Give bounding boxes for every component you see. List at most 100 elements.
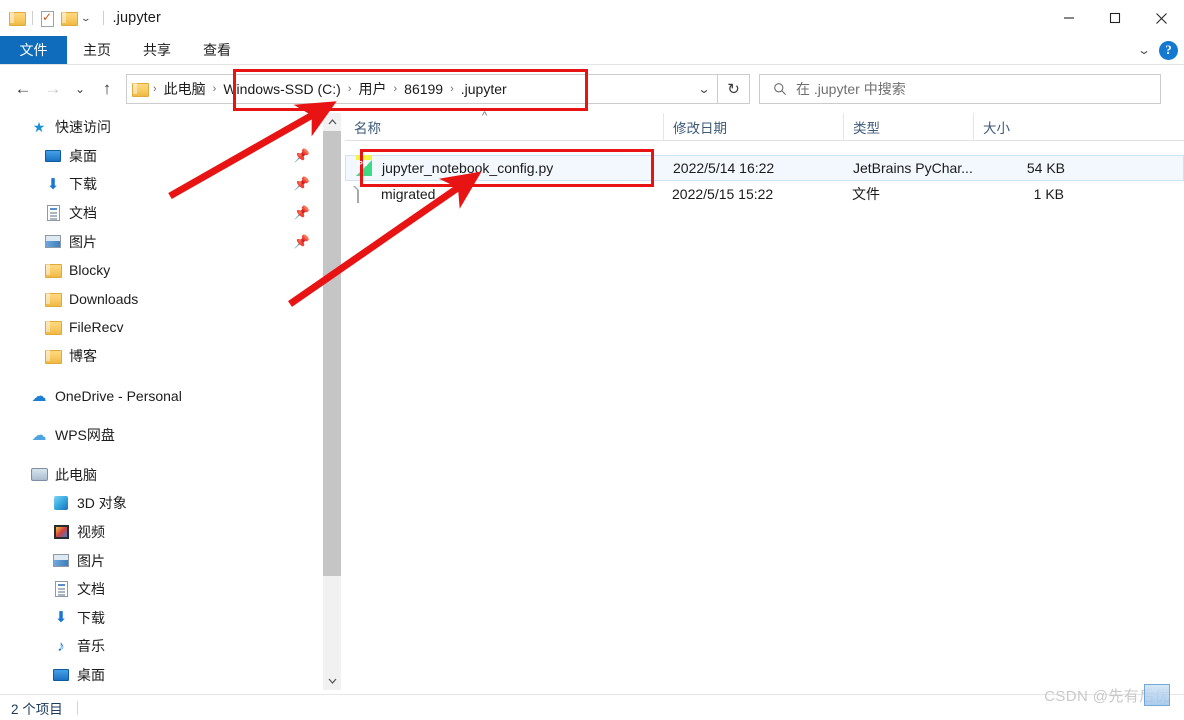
search-box[interactable]: 在 .jupyter 中搜索	[759, 74, 1161, 104]
sidebar-item-label: 桌面	[77, 666, 105, 683]
pictures-icon	[44, 233, 62, 251]
up-button[interactable]: ↑	[92, 73, 122, 105]
ribbon-tab-bar: 文件 主页 共享 查看 ⌄ ?	[0, 36, 1184, 64]
file-size-cell: 1 KB	[1033, 186, 1064, 202]
qat-divider-2	[102, 11, 104, 25]
folder-icon[interactable]	[9, 11, 26, 26]
table-row[interactable]: migrated 2022/5/15 15:22 文件 1 KB	[345, 181, 1184, 207]
close-button[interactable]	[1138, 0, 1184, 36]
breadcrumb-this-pc[interactable]: 此电脑	[160, 75, 210, 103]
folder-icon	[44, 290, 62, 308]
file-name-cell[interactable]: PC jupyter_notebook_config.py	[346, 160, 664, 177]
sidebar-item-downloads-pc[interactable]: ⬇ 下载	[0, 604, 320, 633]
sidebar-item-videos[interactable]: 视频	[0, 518, 320, 547]
sidebar-item-label: 文档	[77, 581, 105, 598]
explorer-body: ★ 快速访问 桌面 📌 ⬇ 下载 📌 文档 📌 图片 📌 Blocky Down…	[0, 110, 1184, 690]
maximize-button[interactable]	[1092, 0, 1138, 36]
help-icon[interactable]: ?	[1159, 40, 1178, 60]
tab-file[interactable]: 文件	[0, 36, 67, 64]
status-divider	[76, 700, 78, 715]
sidebar-item-blog[interactable]: 博客	[0, 342, 320, 371]
minimize-button[interactable]	[1046, 0, 1092, 36]
scroll-up-icon[interactable]	[323, 113, 341, 131]
window-title: .jupyter	[112, 10, 161, 26]
back-button[interactable]: ←	[8, 73, 38, 105]
file-modified-cell: 2022/5/14 16:22	[673, 160, 775, 176]
sidebar-item-this-pc[interactable]: 此电脑	[0, 461, 320, 490]
sidebar-item-desktop[interactable]: 桌面 📌	[0, 142, 320, 171]
address-folder-icon	[132, 82, 149, 97]
sidebar-item-pictures-pc[interactable]: 图片	[0, 546, 320, 575]
breadcrumb-86199[interactable]: 86199	[400, 75, 447, 103]
breadcrumb-windows-ssd[interactable]: Windows-SSD (C:)	[219, 75, 344, 103]
sidebar-item-downloads[interactable]: Downloads	[0, 285, 320, 314]
address-bar[interactable]: › 此电脑 › Windows-SSD (C:) › 用户 › 86199 › …	[126, 74, 718, 104]
scroll-down-icon[interactable]	[323, 672, 341, 690]
search-placeholder: 在 .jupyter 中搜索	[796, 81, 906, 97]
sidebar-item-label: OneDrive - Personal	[55, 387, 182, 404]
sidebar-item-wps-cloud[interactable]: ☁ WPS网盘	[0, 421, 320, 450]
search-icon	[774, 83, 786, 95]
pin-icon[interactable]: 📌	[294, 148, 310, 164]
sidebar-item-documents-pc[interactable]: 文档	[0, 575, 320, 604]
file-modified-cell: 2022/5/15 15:22	[672, 186, 774, 202]
recent-locations-button[interactable]: ⌄	[68, 73, 92, 105]
sidebar-item-documents-cn[interactable]: 文档 📌	[0, 199, 320, 228]
sidebar-item-music[interactable]: ♪ 音乐	[0, 632, 320, 661]
tab-home[interactable]: 主页	[67, 36, 127, 64]
column-header-label: 名称	[354, 120, 381, 136]
window-controls	[1046, 0, 1184, 36]
column-header-size[interactable]: 大小	[973, 112, 1078, 141]
breadcrumb-jupyter[interactable]: .jupyter	[457, 75, 511, 103]
crumb-separator[interactable]: ›	[345, 83, 355, 95]
sidebar-item-downloads-cn[interactable]: ⬇ 下载 📌	[0, 170, 320, 199]
properties-icon[interactable]	[40, 9, 54, 27]
document-icon	[44, 204, 62, 222]
pin-icon[interactable]: 📌	[294, 234, 310, 250]
navigation-bar: ← → ⌄ ↑ › 此电脑 › Windows-SSD (C:) › 用户 › …	[0, 65, 1184, 113]
crumb-separator[interactable]: ›	[210, 83, 220, 95]
pin-icon[interactable]: 📌	[294, 205, 310, 221]
crumb-separator[interactable]: ›	[390, 83, 400, 95]
status-bar: 2 个项目	[0, 694, 1184, 720]
navigation-pane-scrollbar[interactable]	[323, 113, 341, 690]
scrollbar-thumb[interactable]	[323, 131, 341, 576]
crumb-separator[interactable]: ›	[150, 83, 160, 95]
tab-view[interactable]: 查看	[187, 36, 247, 64]
refresh-button[interactable]: ↻	[718, 74, 750, 104]
table-row[interactable]: PC jupyter_notebook_config.py 2022/5/14 …	[345, 155, 1184, 181]
sidebar-item-label: 图片	[69, 233, 97, 250]
sidebar-item-blocky[interactable]: Blocky	[0, 256, 320, 285]
address-dropdown-icon[interactable]: ⌄	[687, 75, 721, 103]
document-icon	[52, 580, 70, 598]
crumb-separator[interactable]: ›	[447, 83, 457, 95]
column-header-type[interactable]: 类型	[843, 112, 973, 141]
sidebar-item-desktop-pc[interactable]: 桌面	[0, 661, 320, 690]
sidebar-item-pictures-cn[interactable]: 图片 📌	[0, 227, 320, 256]
column-header-modified[interactable]: 修改日期	[663, 112, 843, 141]
sidebar-item-quick-access[interactable]: ★ 快速访问	[0, 113, 320, 142]
file-size-cell: 54 KB	[1026, 160, 1065, 176]
sidebar-item-3d-objects[interactable]: 3D 对象	[0, 489, 320, 518]
forward-button[interactable]: →	[38, 73, 68, 105]
sort-ascending-icon: ^	[482, 110, 488, 122]
column-header-label: 类型	[853, 120, 880, 136]
quick-access-toolbar: ⌄ .jupyter	[0, 9, 161, 27]
sidebar-item-label: FileRecv	[69, 319, 124, 336]
sidebar-item-filerecv[interactable]: FileRecv	[0, 313, 320, 342]
sidebar-item-onedrive[interactable]: ☁ OneDrive - Personal	[0, 381, 320, 410]
expand-ribbon-icon[interactable]: ⌄	[1137, 43, 1151, 57]
new-folder-icon[interactable]	[61, 11, 78, 26]
file-name-cell[interactable]: migrated	[345, 184, 663, 203]
tab-view-label: 查看	[203, 42, 231, 58]
breadcrumb-users[interactable]: 用户	[354, 75, 390, 103]
wps-cloud-icon: ☁	[31, 427, 47, 445]
tab-share[interactable]: 共享	[127, 36, 187, 64]
chevron-down-icon[interactable]: ⌄	[80, 13, 91, 23]
onedrive-icon: ☁	[31, 387, 47, 405]
file-type-cell: JetBrains PyChar...	[853, 160, 973, 176]
pin-icon[interactable]: 📌	[294, 176, 310, 192]
column-header-name[interactable]: 名称	[345, 113, 663, 141]
